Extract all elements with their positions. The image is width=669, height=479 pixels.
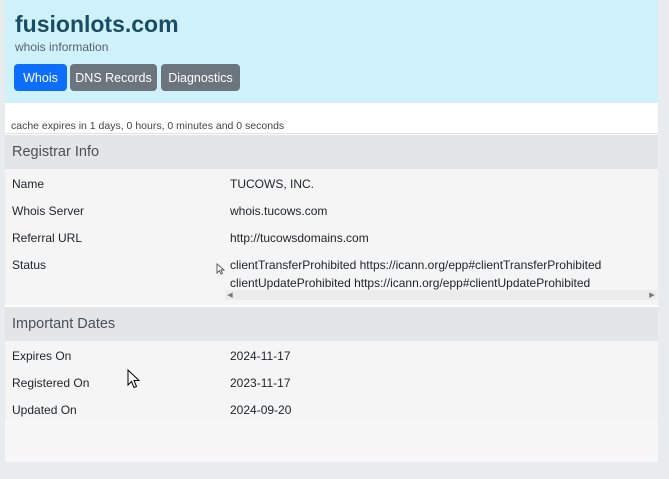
tab-dns-records[interactable]: DNS Records	[70, 64, 157, 91]
name-label: Name	[12, 177, 45, 191]
scroll-left-arrow-icon[interactable]: ◀	[225, 290, 235, 300]
registered-on-label: Registered On	[12, 376, 90, 390]
updated-on-label: Updated On	[12, 403, 77, 417]
updated-on-value: 2024-09-20	[230, 403, 292, 417]
important-dates-table: Expires On 2024-11-17 Registered On 2023…	[5, 341, 658, 420]
whois-server-label: Whois Server	[12, 204, 85, 218]
status-value-2: clientUpdateProhibited https://icann.org…	[230, 276, 591, 290]
name-value: TUCOWS, INC.	[230, 177, 314, 191]
registrar-info-heading: Registrar Info	[5, 135, 658, 169]
cache-expiry-text: cache expires in 1 days, 0 hours, 0 minu…	[11, 120, 285, 132]
site-subtitle: whois information	[15, 40, 109, 54]
registered-on-value: 2023-11-17	[230, 376, 291, 390]
referral-url-value: http://tucowsdomains.com	[230, 231, 369, 245]
page-footer-area	[5, 420, 658, 462]
status-horizontal-scrollbar[interactable]: ◀ ▶	[225, 290, 657, 300]
divider	[5, 133, 658, 134]
status-label: Status	[12, 258, 47, 272]
expires-on-label: Expires On	[12, 349, 72, 363]
scroll-right-arrow-icon[interactable]: ▶	[647, 290, 657, 300]
important-dates-heading: Important Dates	[5, 307, 658, 341]
tab-diagnostics[interactable]: Diagnostics	[161, 64, 240, 91]
registrar-info-table: Name TUCOWS, INC. Whois Server whois.tuc…	[5, 169, 658, 305]
status-value-1: clientTransferProhibited https://icann.o…	[230, 258, 602, 272]
small-pointer-icon	[216, 263, 225, 275]
site-header: fusionlots.com whois information Whois D…	[5, 0, 658, 103]
whois-page: fusionlots.com whois information Whois D…	[5, 0, 658, 462]
mouse-pointer-icon	[127, 369, 141, 389]
tab-whois[interactable]: Whois	[14, 64, 67, 91]
referral-url-label: Referral URL	[12, 231, 83, 245]
expires-on-value: 2024-11-17	[230, 349, 291, 363]
site-title: fusionlots.com	[15, 11, 179, 37]
whois-server-value: whois.tucows.com	[230, 204, 328, 218]
